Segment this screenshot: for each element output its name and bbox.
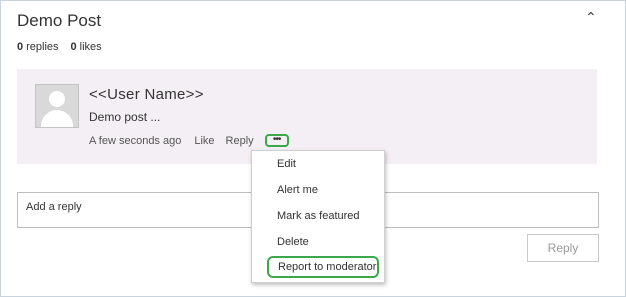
chevron-up-icon[interactable]: ⌃ <box>585 9 597 26</box>
replies-stat: 0 replies <box>17 41 59 53</box>
menu-item-report-to-moderator[interactable]: Report to moderator <box>267 256 379 278</box>
menu-item-edit[interactable]: Edit <box>252 152 384 176</box>
like-link[interactable]: Like <box>194 135 214 147</box>
avatar <box>35 84 79 128</box>
likes-count: 0 <box>70 41 77 53</box>
comment-author: <<User Name>> <box>89 86 204 103</box>
comment-body: Demo post ... <box>89 110 161 124</box>
replies-count: 0 <box>17 41 24 53</box>
post-stats: 0 replies 0 likes <box>17 41 102 53</box>
comment-timestamp: A few seconds ago <box>89 135 182 147</box>
replies-label: replies <box>26 41 59 53</box>
post-title: Demo Post <box>17 11 102 30</box>
avatar-shoulders-shape <box>41 110 73 127</box>
more-options-button[interactable]: ••• <box>264 133 289 147</box>
reply-link[interactable]: Reply <box>226 135 254 147</box>
comment-meta: A few seconds ago Like Reply ••• <box>89 133 289 147</box>
post-panel: Demo Post ⌃ 0 replies 0 likes <<User Name>… <box>0 0 626 297</box>
avatar-head-shape <box>49 91 65 107</box>
menu-item-alert-me[interactable]: Alert me <box>252 178 384 202</box>
likes-stat: 0 likes <box>71 41 102 53</box>
menu-item-delete[interactable]: Delete <box>252 230 384 254</box>
likes-label: likes <box>79 41 102 53</box>
reply-submit-button[interactable]: Reply <box>527 234 599 262</box>
comment-options-menu: Edit Alert me Mark as featured Delete Re… <box>251 150 385 283</box>
menu-item-mark-as-featured[interactable]: Mark as featured <box>252 204 384 228</box>
